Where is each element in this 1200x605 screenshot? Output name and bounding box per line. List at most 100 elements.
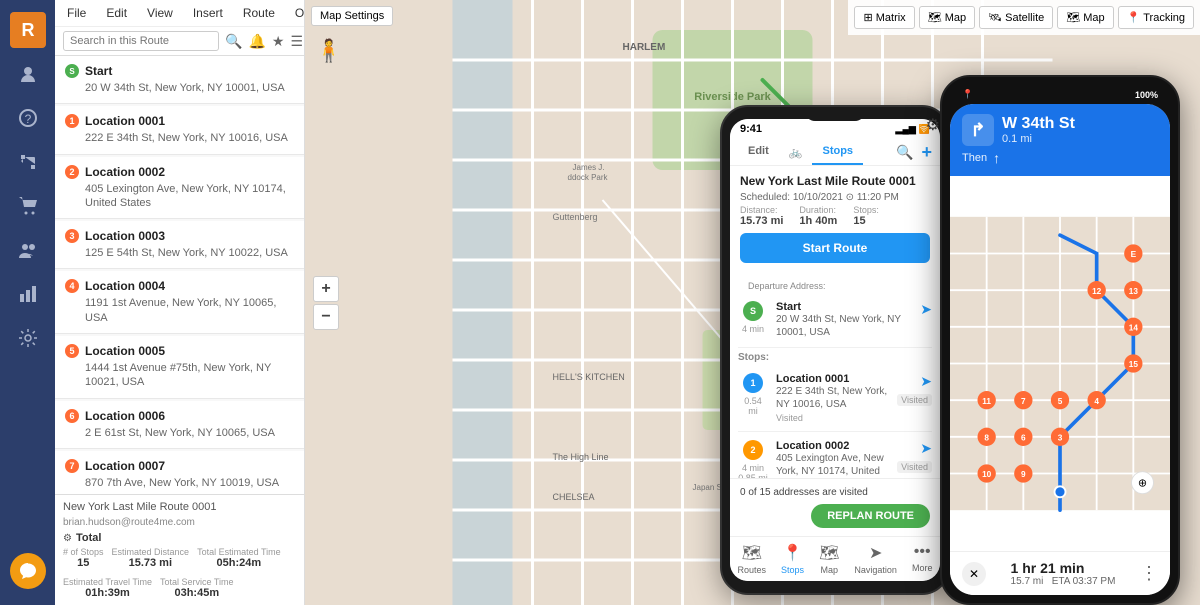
help-icon[interactable]: ?: [10, 100, 46, 136]
people-icon[interactable]: [10, 56, 46, 92]
menu-insert[interactable]: Insert: [189, 4, 227, 22]
street-view-person[interactable]: 🧍: [315, 38, 342, 64]
svg-text:HELL'S KITCHEN: HELL'S KITCHEN: [553, 372, 625, 382]
menu-route[interactable]: Route: [239, 4, 279, 22]
svg-text:12: 12: [837, 206, 847, 216]
users-icon[interactable]: [10, 232, 46, 268]
list-item[interactable]: 1 Location 0001 222 E 34th St, New York,…: [55, 106, 304, 154]
stop-name: Location 0004: [85, 279, 165, 293]
svg-text:Museum of the: Museum of the: [893, 493, 946, 502]
svg-text:?: ?: [24, 112, 31, 126]
svg-text:Solomon R.: Solomon R.: [843, 283, 885, 292]
menu-edit[interactable]: Edit: [102, 4, 131, 22]
menu-icon[interactable]: ☰: [290, 33, 303, 50]
svg-text:James J.: James J.: [573, 163, 605, 172]
search-bar: 🔍 🔔 ★ ☰: [55, 27, 304, 55]
svg-text:EAST HARLEM: EAST HARLEM: [803, 192, 866, 202]
bell-icon[interactable]: 🔔: [248, 33, 265, 50]
chat-button[interactable]: [10, 553, 46, 589]
distance-value: 15.73 mi: [129, 557, 172, 569]
route-footer: New York Last Mile Route 0001 brian.huds…: [55, 494, 304, 605]
menu-operations[interactable]: Operations: [291, 4, 305, 22]
svg-text:ddock Park: ddock Park: [568, 173, 609, 182]
menu-view[interactable]: View: [143, 4, 177, 22]
list-item[interactable]: 5 Location 0005 1444 1st Avenue #75th, N…: [55, 336, 304, 399]
cart-icon[interactable]: [10, 188, 46, 224]
travel-value: 01h:39m: [85, 587, 130, 599]
route-panel-header: File Edit View Insert Route Operations N…: [55, 0, 304, 56]
svg-text:2: 2: [800, 476, 805, 486]
stop-dot-start: S: [65, 64, 79, 78]
left-sidebar: R ?: [0, 0, 55, 605]
stop-name: Location 0003: [85, 229, 165, 243]
star-icon[interactable]: ★: [272, 33, 285, 50]
stop-dot: 3: [65, 229, 79, 243]
stop-name: Location 0002: [85, 165, 165, 179]
route-email: brian.hudson@route4me.com: [63, 517, 296, 528]
map-btn-1[interactable]: 🗺 Map: [919, 6, 975, 29]
stops-value: 15: [77, 557, 89, 569]
svg-text:8: 8: [810, 416, 815, 426]
svg-text:5: 5: [850, 356, 855, 366]
svg-text:Museum: Museum: [933, 323, 964, 332]
search-input[interactable]: [63, 31, 219, 51]
stat-travel: Estimated Travel Time 01h:39m: [63, 577, 152, 599]
route-list: S Start 20 W 34th St, New York, NY 10001…: [55, 56, 304, 494]
stop-address: 125 E 54th St, New York, NY 10022, USA: [85, 246, 294, 260]
matrix-btn[interactable]: ⊞ Matrix: [854, 6, 914, 29]
list-item[interactable]: 2 Location 0002 405 Lexington Ave, New Y…: [55, 157, 304, 220]
stop-name: Location 0005: [85, 344, 165, 358]
list-item[interactable]: S Start 20 W 34th St, New York, NY 10001…: [55, 56, 304, 104]
stat-service: Total Service Time 03h:45m: [160, 577, 234, 599]
list-item[interactable]: 4 Location 0004 1191 1st Avenue, New Yor…: [55, 271, 304, 334]
svg-text:6: 6: [870, 326, 875, 336]
stop-address: 1191 1st Avenue, New York, NY 10065, USA: [85, 296, 294, 325]
svg-text:14: 14: [787, 146, 797, 156]
chart-icon[interactable]: [10, 276, 46, 312]
stop-dot: 7: [65, 459, 79, 473]
route-name-label: New York Last Mile Route 0001: [63, 501, 216, 513]
svg-text:1: 1: [770, 506, 775, 516]
svg-text:E: E: [879, 166, 885, 176]
stat-distance: Estimated Distance 15.73 mi: [112, 547, 190, 569]
svg-text:Guttenberg: Guttenberg: [553, 212, 598, 222]
stop-dot: 6: [65, 409, 79, 423]
map-settings-button[interactable]: Map Settings: [311, 6, 393, 26]
svg-text:Japan Society: Japan Society: [693, 483, 743, 492]
settings-gear-icon[interactable]: ⚙: [63, 533, 72, 544]
satellite-btn[interactable]: 🛰 Satellite: [979, 6, 1053, 29]
menu-file[interactable]: File: [63, 4, 90, 22]
map-btn-2[interactable]: 🗺 Map: [1057, 6, 1113, 29]
stat-time: Total Estimated Time 05h:24m: [197, 547, 281, 569]
svg-text:7: 7: [830, 396, 835, 406]
svg-text:ASTORIA: ASTORIA: [873, 422, 912, 432]
svg-text:MANHATTAN: MANHATTAN: [743, 288, 824, 303]
search-icon[interactable]: 🔍: [225, 33, 242, 50]
list-item[interactable]: 7 Location 0007 870 7th Ave, New York, N…: [55, 451, 304, 494]
map-zoom-controls: + −: [313, 276, 339, 330]
travel-label: Estimated Travel Time: [63, 577, 152, 587]
total-label: Total: [76, 532, 101, 544]
svg-text:S: S: [749, 536, 755, 546]
route-icon[interactable]: [10, 144, 46, 180]
stat-stops: # of Stops 15: [63, 547, 104, 569]
zoom-out-button[interactable]: −: [313, 304, 339, 330]
svg-text:CHELSEA: CHELSEA: [553, 492, 595, 502]
map-background: Riverside Park Conservatory Central Park…: [305, 0, 1200, 605]
list-item[interactable]: 3 Location 0003 125 E 54th St, New York,…: [55, 221, 304, 269]
list-item[interactable]: 6 Location 0006 2 E 61st St, New York, N…: [55, 401, 304, 449]
svg-text:SUNNYSIDE: SUNNYSIDE: [853, 542, 906, 552]
logo-icon[interactable]: R: [10, 12, 46, 48]
settings-icon[interactable]: [10, 320, 46, 356]
service-value: 03h:45m: [174, 587, 219, 599]
svg-text:Central Park Zoo: Central Park Zoo: [728, 376, 816, 388]
map-toolbar: ⊞ Matrix 🗺 Map 🛰 Satellite 🗺 Map 📍 Track…: [848, 0, 1200, 35]
stop-dot: 2: [65, 165, 79, 179]
tracking-btn[interactable]: 📍 Tracking: [1118, 6, 1194, 29]
stop-address: 1444 1st Avenue #75th, New York, NY 1002…: [85, 361, 294, 390]
stop-name: Location 0001: [85, 114, 165, 128]
stop-address: 222 E 34th St, New York, NY 10016, USA: [85, 131, 294, 145]
time-label: Total Estimated Time: [197, 547, 281, 557]
zoom-in-button[interactable]: +: [313, 276, 339, 302]
svg-text:HARLEM: HARLEM: [623, 42, 666, 53]
